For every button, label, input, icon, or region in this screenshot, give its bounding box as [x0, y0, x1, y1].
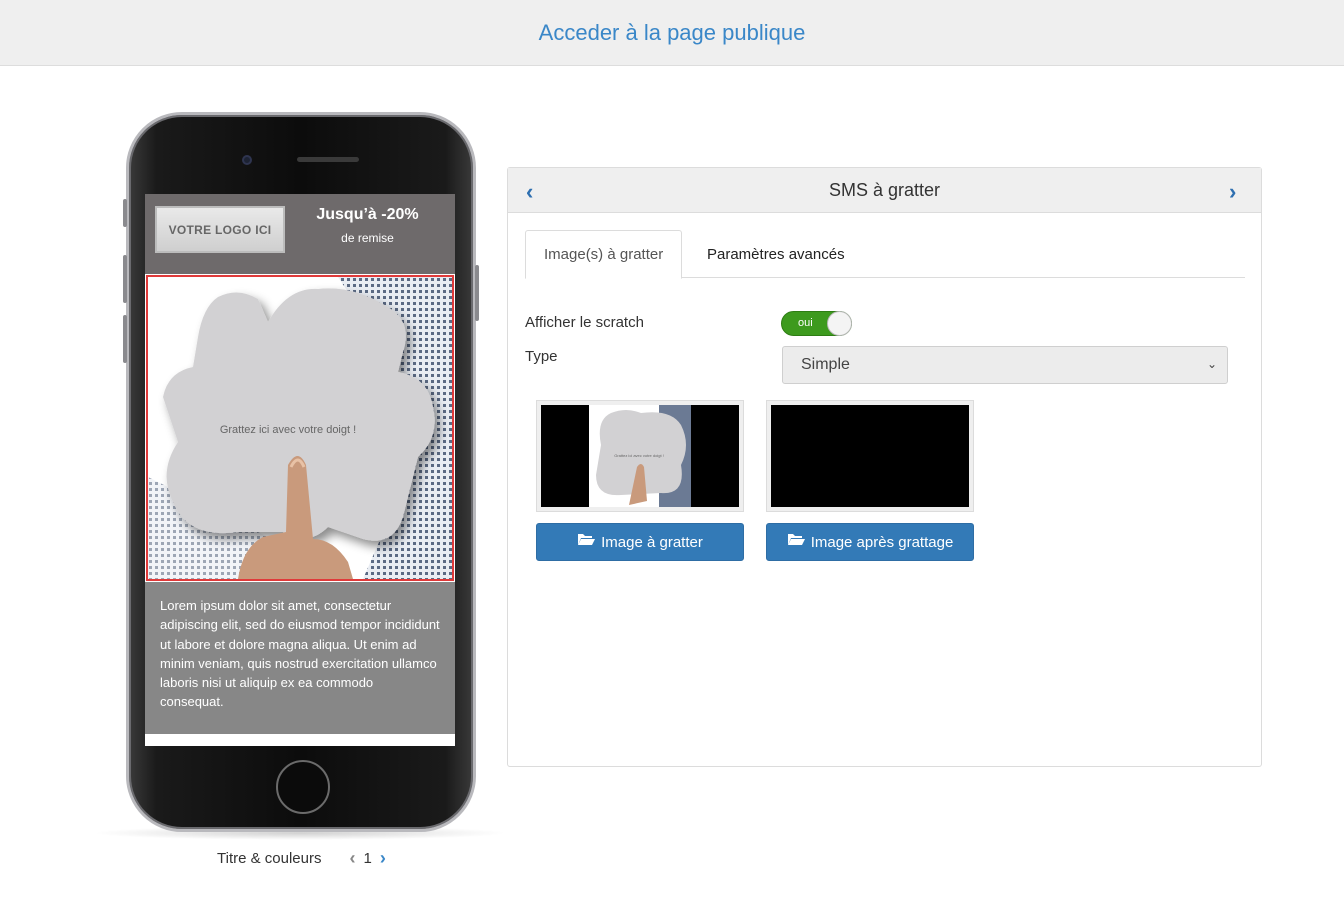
home-button [276, 760, 330, 814]
folder-open-icon [787, 534, 805, 545]
scratch-illustration: Grattez ici avec votre doigt ! [148, 277, 452, 579]
tab-advanced-settings[interactable]: Paramètres avancés [689, 230, 863, 278]
tabs-bar: Image(s) à gratter Paramètres avancés [525, 230, 1245, 279]
promo-title: Jusqu’à -20% [316, 206, 419, 223]
after-image-thumbnail [766, 400, 974, 512]
toggle-label: oui [798, 317, 813, 329]
show-scratch-label: Afficher le scratch [525, 314, 644, 331]
scratch-hint-text: Grattez ici avec votre doigt ! [220, 424, 356, 436]
after-image-button[interactable]: Image après grattage [766, 523, 974, 561]
pager-title: Titre & couleurs [217, 850, 322, 867]
chevron-down-icon: ⌄ [1206, 357, 1217, 371]
mini-hint-text: Grattez ici avec votre doigt ! [614, 453, 664, 458]
phone-mute-switch [123, 199, 127, 227]
logo-placeholder: VOTRE LOGO ICI [155, 206, 285, 253]
tab-scratch-images[interactable]: Image(s) à gratter [525, 230, 683, 279]
folder-open-icon [578, 534, 596, 545]
public-page-link[interactable]: Acceder à la page publique [539, 20, 806, 46]
scratch-image-button[interactable]: Image à gratter [536, 523, 744, 561]
panel-header: ‹ SMS à gratter › [508, 168, 1261, 213]
after-image-preview [771, 405, 969, 507]
top-bar: Acceder à la page publique [0, 0, 1344, 66]
scratch-image-preview: Grattez ici avec votre doigt ! [541, 405, 739, 507]
panel-title: SMS à gratter [828, 179, 941, 200]
next-step-chevron-icon[interactable]: › [1229, 181, 1243, 203]
preview-body-text: Lorem ipsum dolor sit amet, consectetur … [145, 582, 455, 734]
phone-power-button [475, 265, 479, 321]
scratch-thumb-graphic: Grattez ici avec votre doigt ! [541, 405, 739, 507]
promo-subtitle: de remise [341, 231, 394, 245]
preview-header: VOTRE LOGO ICI Jusqu’à -20% de remise [145, 194, 455, 274]
type-select[interactable]: Simple ⌄ [782, 346, 1228, 384]
preview-pager: Titre & couleurs ‹ 1 › [217, 848, 386, 869]
camera-icon [242, 155, 252, 165]
toggle-knob [827, 311, 852, 336]
show-scratch-toggle[interactable]: oui [781, 311, 852, 336]
chevron-left-icon[interactable]: ‹ [349, 848, 355, 869]
phone-volume-up [123, 255, 127, 303]
pager-number: 1 [363, 850, 372, 867]
chevron-right-icon[interactable]: › [380, 848, 386, 869]
phone-screen: VOTRE LOGO ICI Jusqu’à -20% de remise Gr… [145, 194, 455, 746]
scratch-area[interactable]: Grattez ici avec votre doigt ! [146, 275, 454, 581]
scratch-image-thumbnail: Grattez ici avec votre doigt ! [536, 400, 744, 512]
settings-panel: ‹ SMS à gratter › Image(s) à gratter Par… [507, 167, 1262, 767]
after-image-button-label: Image après grattage [810, 533, 954, 551]
scratch-image-button-label: Image à gratter [601, 533, 703, 551]
speaker-grille [297, 157, 359, 162]
type-select-value: Simple [801, 356, 850, 373]
phone-volume-down [123, 315, 127, 363]
prev-step-chevron-icon[interactable]: ‹ [526, 181, 540, 203]
type-label: Type [525, 348, 558, 365]
